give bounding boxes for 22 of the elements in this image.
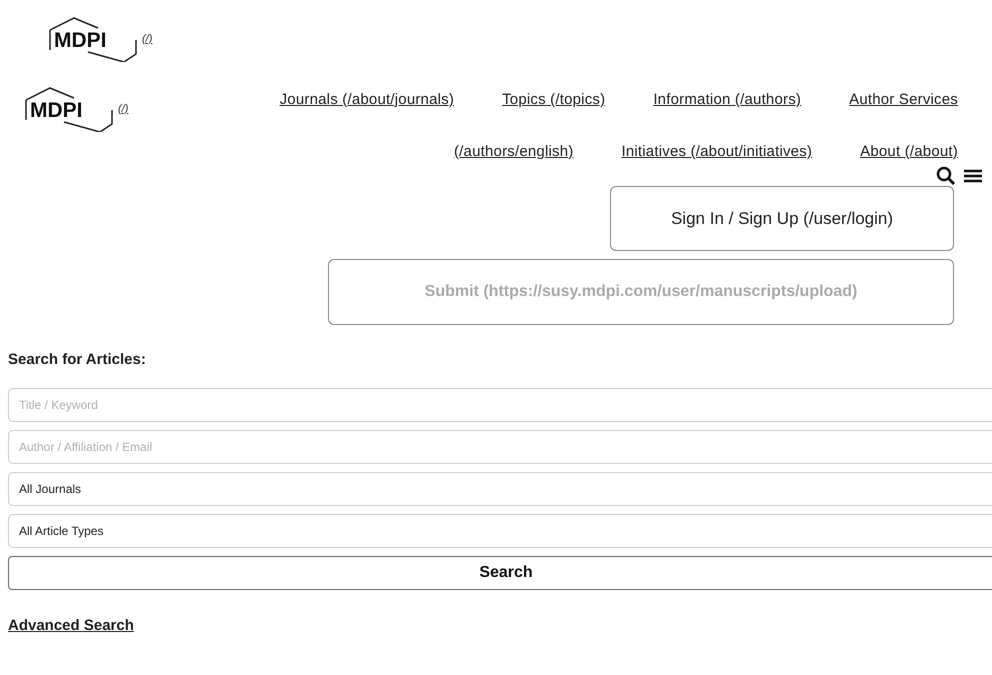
logo-text[interactable]: MDPI <box>30 99 82 122</box>
home-link[interactable]: (/) <box>118 100 128 118</box>
section-heading: Search for Articles: <box>8 350 147 370</box>
advanced-search-link[interactable]: Advanced Search <box>8 616 134 634</box>
search-button[interactable]: Search <box>8 556 992 590</box>
search-icon[interactable] <box>936 166 958 186</box>
logo-icon[interactable] <box>49 17 137 62</box>
sign-in-button[interactable]: Sign In / Sign Up (/user/login) <box>610 186 954 251</box>
search-field[interactable]: Title / Keyword <box>8 388 992 422</box>
nav-link[interactable]: Information (/authors) <box>653 74 802 126</box>
nav-link[interactable]: Initiatives (/about/initiatives) <box>621 126 812 178</box>
dropdown[interactable]: All Article Types <box>8 514 992 548</box>
dropdown[interactable]: All Journals <box>8 472 992 506</box>
logo-icon[interactable] <box>25 87 113 132</box>
home-link[interactable]: (/) <box>142 30 152 48</box>
nav-link[interactable]: Topics (/topics) <box>502 74 606 126</box>
logo-text[interactable]: MDPI <box>54 29 106 52</box>
nav-link[interactable]: About (/about) <box>860 126 958 178</box>
nav-link[interactable]: (/authors/english) <box>454 126 574 178</box>
nav-link[interactable]: Journals (/about/journals) <box>280 74 454 126</box>
search-field[interactable]: Author / Affiliation / Email <box>8 430 992 464</box>
nav-link[interactable]: Author Services <box>849 74 958 126</box>
